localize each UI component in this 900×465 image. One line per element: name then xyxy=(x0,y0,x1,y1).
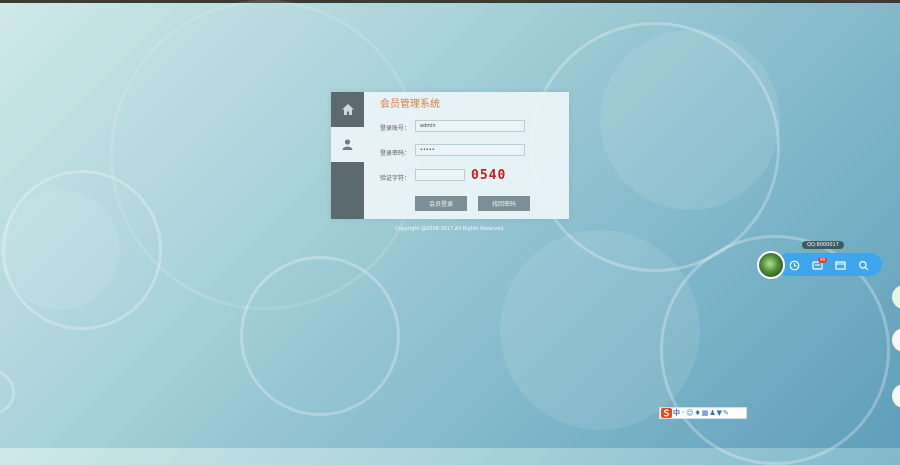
login-sidebar xyxy=(331,92,364,219)
qq-toolbar xyxy=(777,253,882,276)
edge-button-3[interactable] xyxy=(892,384,900,408)
qq-avatar[interactable] xyxy=(757,251,785,279)
edge-button-1[interactable] xyxy=(892,285,900,309)
ime-keyboard-icon[interactable]: ▦ xyxy=(702,408,709,418)
login-title: 会员管理系统 xyxy=(380,99,440,110)
password-label: 登录密码： xyxy=(380,150,411,157)
tab-user[interactable] xyxy=(331,127,364,162)
qq-window-button[interactable] xyxy=(834,259,846,271)
edge-button-2[interactable] xyxy=(892,328,900,352)
account-input[interactable]: admin xyxy=(415,120,525,132)
ime-tools-icon[interactable]: ✎ xyxy=(723,408,729,418)
copyright-text: Copyright @2008-2017,All Rights Reserved… xyxy=(395,226,505,232)
qq-message-badge: 99 xyxy=(818,257,827,263)
tab-home[interactable] xyxy=(331,92,364,127)
clock-icon xyxy=(789,260,799,270)
bg-soft-1 xyxy=(500,230,700,430)
search-icon xyxy=(858,260,868,270)
ime-emoji-icon[interactable]: ☺ xyxy=(686,408,693,418)
ime-toolbar: 中 ◦ ☺ ♦ ▦ ♟ ▼ ✎ xyxy=(659,407,747,419)
reset-password-button[interactable]: 找回密码 xyxy=(478,196,530,211)
user-icon xyxy=(342,139,353,150)
qq-history-button[interactable] xyxy=(788,259,800,271)
captcha-label: 验证字符： xyxy=(380,175,411,182)
login-panel: 会员管理系统 登录账号： admin 登录密码： ••••• 验证字符： 054… xyxy=(331,92,569,219)
ime-punctuation-icon[interactable]: ◦ xyxy=(681,408,685,418)
top-border xyxy=(0,0,900,3)
account-label: 登录账号： xyxy=(380,125,411,132)
qq-tooltip: QQ:8000017 xyxy=(802,241,844,249)
captcha-image[interactable]: 0540 xyxy=(471,168,506,183)
password-input[interactable]: ••••• xyxy=(415,144,525,156)
captcha-input[interactable] xyxy=(415,169,465,181)
bg-circle-3 xyxy=(240,256,400,416)
bg-soft-3 xyxy=(0,190,120,310)
ime-voice-icon[interactable]: ♦ xyxy=(694,408,700,418)
sogou-logo-icon[interactable] xyxy=(661,408,672,418)
home-icon xyxy=(341,104,354,115)
login-button[interactable]: 会员登录 xyxy=(415,196,467,211)
qq-search-button[interactable] xyxy=(857,259,869,271)
ime-skin-icon[interactable]: ▼ xyxy=(717,408,722,418)
window-icon xyxy=(834,260,846,270)
ime-mode-toggle[interactable]: 中 xyxy=(673,408,680,418)
ime-user-icon[interactable]: ♟ xyxy=(709,408,715,418)
bg-soft-2 xyxy=(600,30,780,210)
bg-circle-6 xyxy=(0,370,15,415)
